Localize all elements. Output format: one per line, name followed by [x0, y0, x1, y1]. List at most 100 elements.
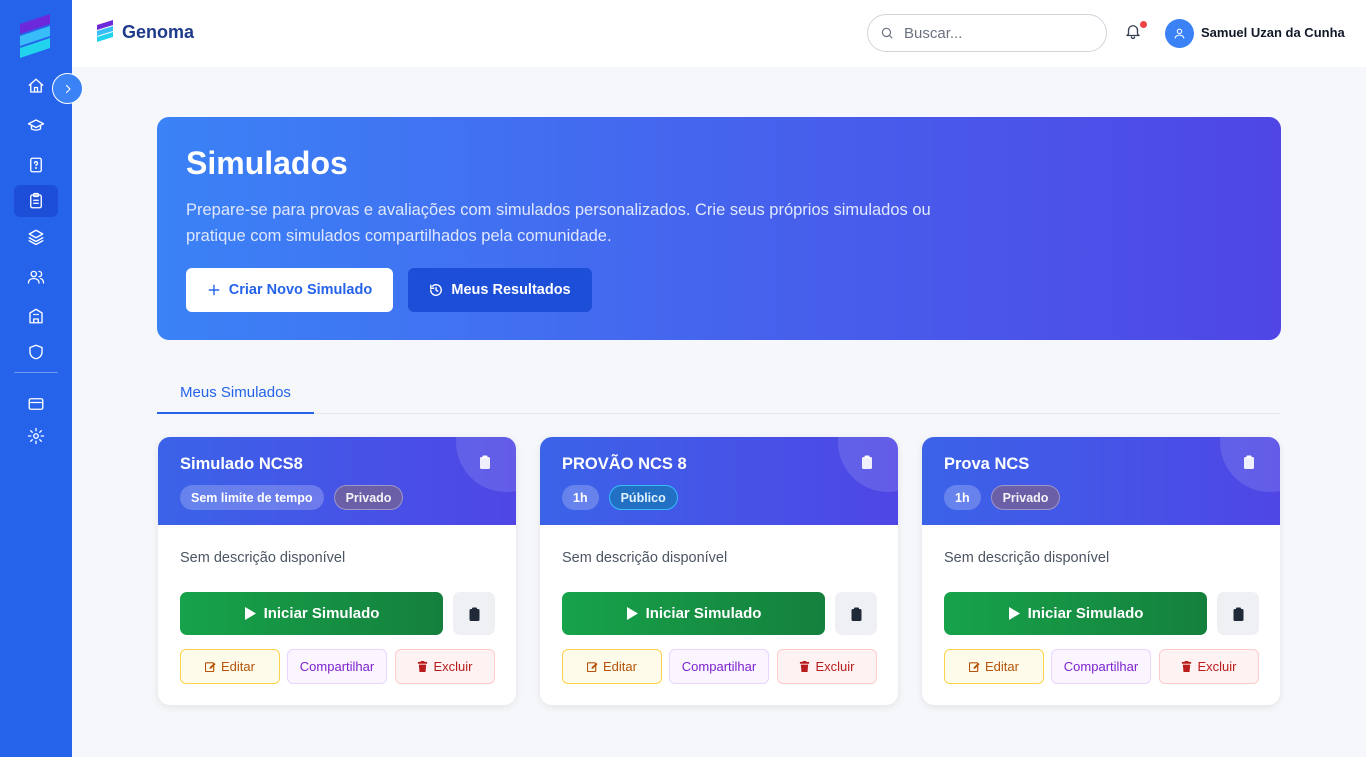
- edit-label: Editar: [985, 659, 1019, 674]
- chevron-right-icon: [65, 84, 71, 93]
- copy-button[interactable]: [835, 592, 877, 635]
- user-icon: [1174, 28, 1185, 39]
- start-simulado-label: Iniciar Simulado: [1027, 605, 1144, 622]
- sidebar-item-courses[interactable]: [14, 110, 58, 142]
- users-icon: [27, 270, 45, 284]
- copy-button[interactable]: [453, 592, 495, 635]
- edit-label: Editar: [603, 659, 637, 674]
- card-title[interactable]: Prova NCS: [944, 455, 1029, 474]
- card-badges: 1h Privado: [944, 485, 1061, 510]
- edit-icon: [205, 662, 216, 672]
- card-header: Simulado NCS8 Sem limite de tempo Privad…: [158, 437, 516, 525]
- copy-button[interactable]: [1217, 592, 1259, 635]
- start-simulado-button[interactable]: Iniciar Simulado: [562, 592, 825, 635]
- trash-icon: [418, 661, 428, 672]
- sidebar-item-users[interactable]: [14, 261, 58, 293]
- share-button[interactable]: Compartilhar: [287, 649, 387, 684]
- share-label: Compartilhar: [299, 659, 375, 674]
- edit-button[interactable]: Editar: [562, 649, 662, 684]
- sidebar-item-billing[interactable]: [14, 388, 58, 420]
- start-simulado-button[interactable]: Iniciar Simulado: [944, 592, 1207, 635]
- trash-icon: [1182, 661, 1192, 672]
- my-results-label: Meus Resultados: [451, 282, 571, 298]
- edit-label: Editar: [221, 659, 255, 674]
- simulado-card: PROVÃO NCS 8 1h Público Sem descrição di…: [540, 437, 898, 705]
- share-button[interactable]: Compartilhar: [1051, 649, 1151, 684]
- notification-dot: [1140, 21, 1147, 28]
- delete-button[interactable]: Excluir: [395, 649, 495, 684]
- sidebar-expand-button[interactable]: [52, 73, 83, 104]
- start-simulado-button[interactable]: Iniciar Simulado: [180, 592, 443, 635]
- share-button[interactable]: Compartilhar: [669, 649, 769, 684]
- clipboard-icon: [851, 607, 861, 621]
- simulado-card: Prova NCS 1h Privado Sem descrição dispo…: [922, 437, 1280, 705]
- notifications-button[interactable]: [1124, 21, 1147, 44]
- card-badges: Sem limite de tempo Privado: [180, 485, 404, 510]
- search-box[interactable]: [867, 14, 1107, 52]
- page-description: Prepare-se para provas e avaliações com …: [186, 201, 931, 245]
- card-description: Sem descrição disponível: [944, 550, 1110, 566]
- graduation-cap-icon: [27, 119, 45, 131]
- my-results-button[interactable]: Meus Resultados: [408, 268, 592, 312]
- page-title: Simulados: [186, 145, 348, 181]
- user-name[interactable]: Samuel Uzan da Cunha: [1201, 25, 1345, 40]
- tab-meus-simulados[interactable]: Meus Simulados: [157, 372, 314, 414]
- sidebar-item-simulados[interactable]: [14, 185, 58, 217]
- card-header: PROVÃO NCS 8 1h Público: [540, 437, 898, 525]
- sidebar: [0, 0, 72, 757]
- search-icon: [881, 27, 893, 39]
- brand[interactable]: Genoma: [96, 20, 194, 44]
- edit-button[interactable]: Editar: [944, 649, 1044, 684]
- visibility-badge: Público: [608, 485, 678, 510]
- delete-label: Excluir: [815, 659, 855, 674]
- sidebar-item-content[interactable]: [14, 221, 58, 253]
- delete-button[interactable]: Excluir: [1159, 649, 1259, 684]
- visibility-badge: Privado: [333, 485, 404, 510]
- card-badges: 1h Público: [562, 485, 678, 510]
- play-icon: [626, 607, 638, 620]
- play-icon: [1008, 607, 1020, 620]
- search-input[interactable]: [904, 24, 1094, 42]
- edit-icon: [587, 662, 598, 672]
- card-title[interactable]: Simulado NCS8: [180, 455, 303, 474]
- avatar[interactable]: [1165, 19, 1194, 48]
- brand-name: Genoma: [122, 21, 195, 42]
- start-simulado-label: Iniciar Simulado: [263, 605, 380, 622]
- create-simulado-label: Criar Novo Simulado: [228, 282, 373, 298]
- top-bar: Genoma Samuel Uzan da Cunha: [72, 0, 1366, 67]
- time-badge: 1h: [562, 485, 599, 510]
- share-label: Compartilhar: [681, 659, 757, 674]
- clipboard-list-icon: [30, 192, 42, 209]
- delete-label: Excluir: [433, 659, 473, 674]
- question-file-icon: [30, 157, 42, 173]
- clipboard-icon: [862, 455, 872, 469]
- edit-icon: [969, 662, 980, 672]
- sidebar-item-questions[interactable]: [14, 149, 58, 181]
- tabs: Meus Simulados: [157, 372, 1281, 414]
- sidebar-divider: [14, 372, 58, 373]
- start-simulado-label: Iniciar Simulado: [645, 605, 762, 622]
- home-icon: [28, 78, 44, 93]
- genoma-logo-icon[interactable]: [16, 14, 54, 62]
- genoma-logo-icon: [97, 20, 113, 42]
- history-icon: [430, 284, 443, 296]
- card-description: Sem descrição disponível: [180, 550, 346, 566]
- plus-icon: [208, 284, 220, 296]
- delete-button[interactable]: Excluir: [777, 649, 877, 684]
- clipboard-icon: [1233, 607, 1243, 621]
- card-description: Sem descrição disponível: [562, 550, 728, 566]
- edit-button[interactable]: Editar: [180, 649, 280, 684]
- hero-banner: Simulados Prepare-se para provas e avali…: [157, 117, 1281, 340]
- sidebar-item-security[interactable]: [14, 336, 58, 368]
- sidebar-item-institution[interactable]: [14, 300, 58, 332]
- create-simulado-button[interactable]: Criar Novo Simulado: [186, 268, 393, 312]
- sidebar-item-settings[interactable]: [14, 420, 58, 452]
- play-icon: [244, 607, 256, 620]
- time-badge: 1h: [944, 485, 981, 510]
- clipboard-icon: [1244, 455, 1254, 469]
- card-header: Prova NCS 1h Privado: [922, 437, 1280, 525]
- card-title[interactable]: PROVÃO NCS 8: [562, 455, 687, 474]
- shield-icon: [29, 344, 43, 360]
- share-label: Compartilhar: [1063, 659, 1139, 674]
- clipboard-icon: [480, 455, 490, 469]
